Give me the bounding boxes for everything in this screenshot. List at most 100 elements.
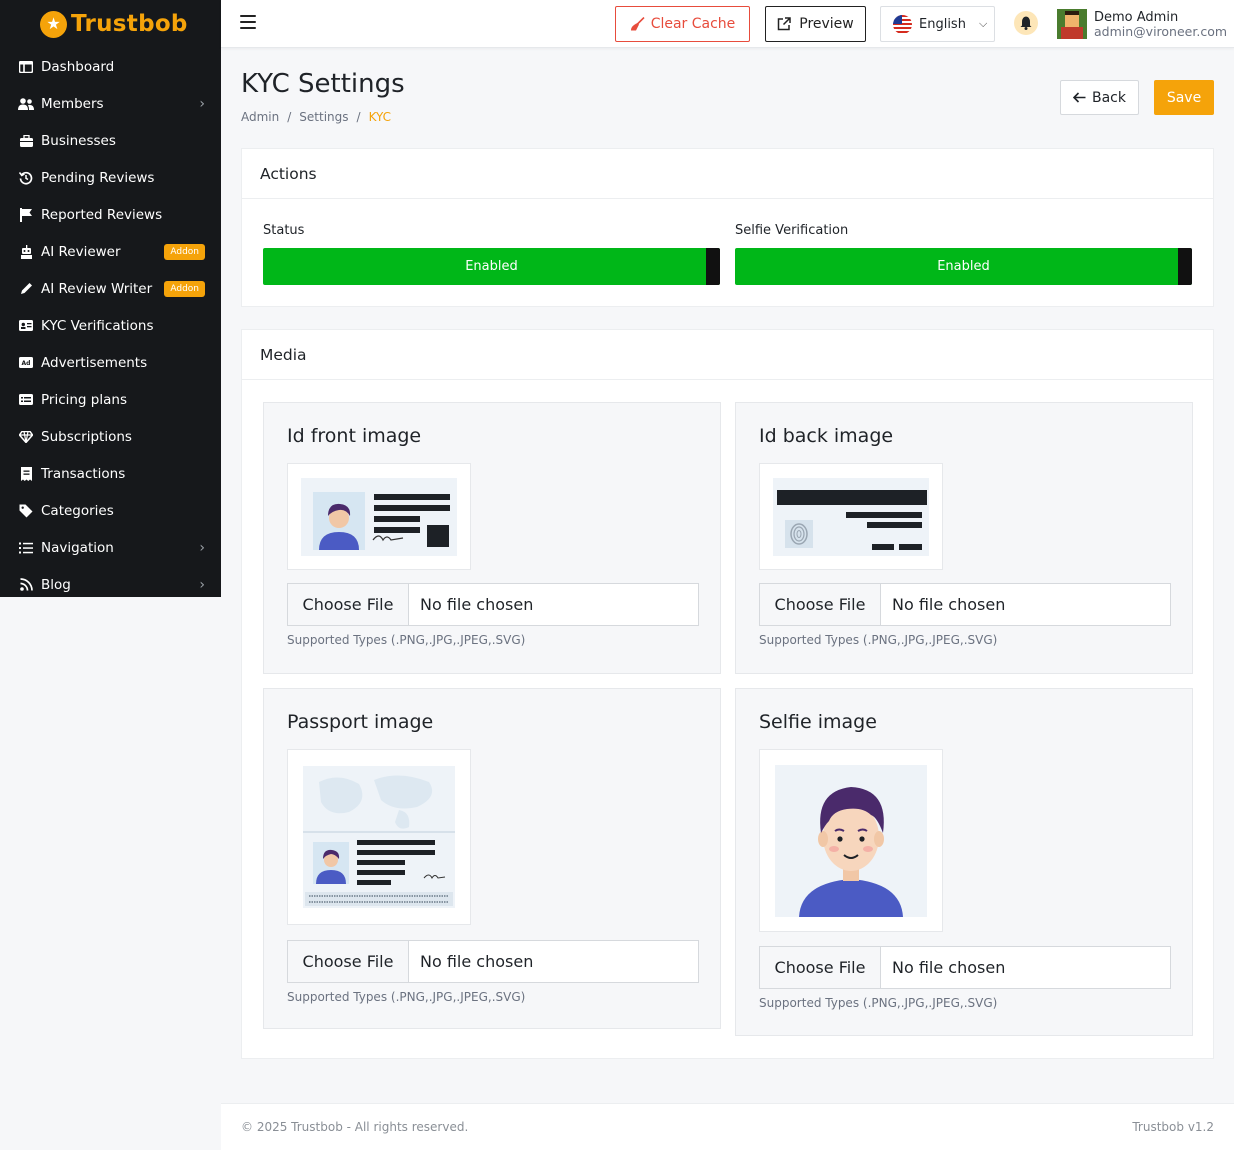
- briefcase-icon: [18, 133, 34, 149]
- sidebar-item-reported-reviews[interactable]: Reported Reviews: [0, 196, 221, 233]
- brand-logo[interactable]: ★ Trustbob: [0, 0, 221, 48]
- file-name: No file chosen: [892, 595, 1006, 614]
- star-icon: ★: [40, 10, 67, 38]
- status-field: Status Enabled: [263, 223, 720, 285]
- id-back-image-field: Id back image Choose File No file chosen…: [735, 402, 1193, 674]
- passport-preview: [287, 749, 471, 925]
- id-front-image-title: Id front image: [287, 425, 422, 447]
- preview-button[interactable]: Preview: [765, 6, 866, 42]
- choose-file-button[interactable]: Choose File: [288, 941, 409, 982]
- status-toggle[interactable]: Enabled: [263, 248, 720, 285]
- status-value: Enabled: [465, 259, 518, 274]
- external-link-icon: [778, 17, 791, 31]
- choose-file-button[interactable]: Choose File: [288, 584, 409, 625]
- sidebar-item-pricing-plans[interactable]: Pricing plans: [0, 381, 221, 418]
- rss-icon: [18, 577, 34, 593]
- selfie-file-input[interactable]: Choose File No file chosen: [759, 946, 1171, 989]
- selfie-verification-label: Selfie Verification: [735, 223, 849, 238]
- receipt-icon: [18, 466, 34, 482]
- pen-icon: [18, 281, 34, 297]
- selfie-verification-value: Enabled: [937, 259, 990, 274]
- chevron-right-icon: ›: [199, 539, 205, 556]
- users-icon: [18, 96, 34, 112]
- clear-cache-button[interactable]: Clear Cache: [615, 6, 750, 42]
- id-back-image-title: Id back image: [759, 425, 894, 447]
- actions-card: Actions Status Enabled Selfie Verificati…: [241, 148, 1214, 307]
- selfie-preview: [759, 749, 943, 932]
- id-card-back-illustration: [773, 477, 929, 556]
- file-name: No file chosen: [892, 958, 1006, 977]
- actions-card-title: Actions: [242, 149, 1213, 199]
- toggle-handle: [1178, 248, 1192, 285]
- id-back-preview: [759, 463, 943, 570]
- sidebar-item-ai-review-writer[interactable]: AI Review Writer Addon: [0, 270, 221, 307]
- supported-types-hint: Supported Types (.PNG,.JPG,.JPEG,.SVG): [287, 990, 526, 1004]
- id-front-image-field: Id front image Choose File No file chose…: [263, 402, 721, 674]
- topbar: Clear Cache Preview English ⌵ Demo Admin…: [221, 0, 1234, 48]
- id-card-icon: [18, 318, 34, 334]
- passport-file-input[interactable]: Choose File No file chosen: [287, 940, 699, 983]
- broom-icon: [630, 17, 645, 31]
- sidebar-item-members[interactable]: Members ›: [0, 85, 221, 122]
- avatar[interactable]: [1057, 9, 1087, 39]
- save-button[interactable]: Save: [1154, 80, 1214, 115]
- media-card-title: Media: [242, 330, 1213, 380]
- page-title: KYC Settings: [241, 69, 405, 99]
- passport-image-title: Passport image: [287, 711, 434, 733]
- file-name: No file chosen: [420, 595, 534, 614]
- id-back-file-input[interactable]: Choose File No file chosen: [759, 583, 1171, 626]
- toggle-handle: [706, 248, 720, 285]
- selfie-verification-toggle[interactable]: Enabled: [735, 248, 1192, 285]
- sidebar-item-pending-reviews[interactable]: Pending Reviews: [0, 159, 221, 196]
- supported-types-hint: Supported Types (.PNG,.JPG,.JPEG,.SVG): [287, 633, 526, 647]
- sidebar-item-navigation[interactable]: Navigation ›: [0, 529, 221, 566]
- breadcrumb-admin[interactable]: Admin: [241, 110, 279, 124]
- back-label: Back: [1092, 89, 1126, 106]
- pricing-icon: [18, 392, 34, 408]
- list-icon: [18, 540, 34, 556]
- sidebar-item-ai-reviewer[interactable]: AI Reviewer Addon: [0, 233, 221, 270]
- user-email: admin@vironeer.com: [1094, 24, 1228, 39]
- history-icon: [18, 170, 34, 186]
- footer-copyright: © 2025 Trustbob - All rights reserved.: [241, 1120, 469, 1134]
- sidebar-item-categories[interactable]: Categories: [0, 492, 221, 529]
- sidebar-item-businesses[interactable]: Businesses: [0, 122, 221, 159]
- menu-toggle-icon[interactable]: [240, 15, 256, 31]
- robot-icon: [18, 244, 34, 260]
- footer: © 2025 Trustbob - All rights reserved. T…: [221, 1103, 1234, 1150]
- notification-bell-icon[interactable]: [1014, 11, 1038, 35]
- sidebar-item-transactions[interactable]: Transactions: [0, 455, 221, 492]
- chevron-down-icon: ⌵: [978, 17, 988, 30]
- sidebar-item-advertisements[interactable]: Ad Advertisements: [0, 344, 221, 381]
- passport-illustration: [303, 766, 455, 908]
- passport-image-field: Passport image Choose File No file chose…: [263, 688, 721, 1029]
- user-name[interactable]: Demo Admin: [1094, 10, 1178, 25]
- arrow-left-icon: [1073, 92, 1086, 103]
- gem-icon: [18, 429, 34, 445]
- svg-text:Ad: Ad: [22, 360, 31, 367]
- sidebar-item-blog[interactable]: Blog ›: [0, 566, 221, 597]
- supported-types-hint: Supported Types (.PNG,.JPG,.JPEG,.SVG): [759, 996, 998, 1010]
- language-select[interactable]: English ⌵: [880, 6, 995, 42]
- choose-file-button[interactable]: Choose File: [760, 947, 881, 988]
- sidebar-nav: Dashboard Members › Businesses Pending R…: [0, 48, 221, 597]
- id-front-file-input[interactable]: Choose File No file chosen: [287, 583, 699, 626]
- back-button[interactable]: Back: [1060, 80, 1139, 115]
- breadcrumb-current: KYC: [368, 110, 392, 124]
- selfie-verification-field: Selfie Verification Enabled: [735, 223, 1192, 285]
- brand-name: Trustbob: [71, 11, 188, 37]
- chevron-right-icon: ›: [199, 95, 205, 112]
- breadcrumb: Admin / Settings / KYC: [241, 110, 391, 124]
- sidebar-item-kyc-verifications[interactable]: KYC Verifications: [0, 307, 221, 344]
- supported-types-hint: Supported Types (.PNG,.JPG,.JPEG,.SVG): [759, 633, 998, 647]
- ad-icon: Ad: [18, 355, 34, 371]
- sidebar-item-subscriptions[interactable]: Subscriptions: [0, 418, 221, 455]
- file-name: No file chosen: [420, 952, 534, 971]
- breadcrumb-settings[interactable]: Settings: [299, 110, 348, 124]
- selfie-image-field: Selfie image Choose File No file chosen: [735, 688, 1193, 1036]
- tag-icon: [18, 503, 34, 519]
- choose-file-button[interactable]: Choose File: [760, 584, 881, 625]
- footer-version: Trustbob v1.2: [1132, 1120, 1214, 1134]
- selfie-image-title: Selfie image: [759, 711, 877, 733]
- sidebar-item-dashboard[interactable]: Dashboard: [0, 48, 221, 85]
